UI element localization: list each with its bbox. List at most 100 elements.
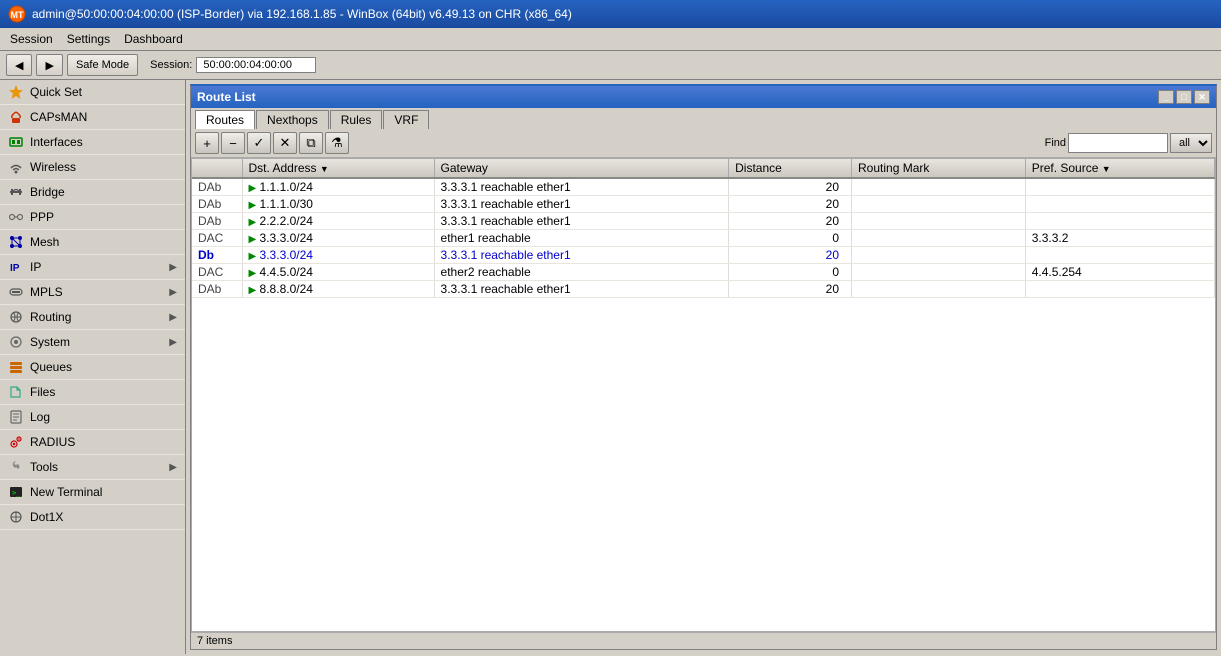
cell-dst-address-value: 4.4.5.0/24 (260, 265, 313, 279)
title-bar: MT admin@50:00:00:04:00:00 (ISP-Border) … (0, 0, 1221, 28)
cell-flags: DAb (192, 178, 242, 196)
minimize-button[interactable]: _ (1158, 90, 1174, 104)
row-flag: DAb (198, 180, 221, 194)
cell-gateway: 3.3.3.1 reachable ether1 (434, 247, 729, 264)
cell-pref-source: 3.3.3.2 (1025, 230, 1214, 247)
files-icon (8, 384, 24, 400)
sidebar-item-ppp[interactable]: PPP (0, 205, 185, 230)
cell-dst-address-value: 8.8.8.0/24 (260, 282, 313, 296)
cell-pref-source (1025, 196, 1214, 213)
session-label: Session: (150, 59, 192, 71)
sidebar-label-ip: IP (30, 260, 41, 274)
cell-distance: 20 (729, 196, 852, 213)
system-icon (8, 334, 24, 350)
window-title: Route List (197, 90, 256, 104)
cell-distance: 20 (729, 213, 852, 230)
sidebar-item-files[interactable]: Files (0, 380, 185, 405)
row-arrow: ▶ (249, 251, 257, 262)
menu-dashboard[interactable]: Dashboard (118, 30, 189, 48)
find-dropdown[interactable]: all (1170, 133, 1212, 153)
sidebar-item-dot1x[interactable]: Dot1X (0, 505, 185, 530)
cell-flags: DAb (192, 281, 242, 298)
table-row[interactable]: DAb ▶ 1.1.1.0/30 3.3.3.1 reachable ether… (192, 196, 1215, 213)
tab-routes[interactable]: Routes (195, 110, 255, 129)
mesh-icon (8, 234, 24, 250)
menu-session[interactable]: Session (4, 30, 59, 48)
table-row[interactable]: DAb ▶ 8.8.8.0/24 3.3.3.1 reachable ether… (192, 281, 1215, 298)
col-gateway[interactable]: Gateway (434, 159, 729, 178)
ppp-icon (8, 209, 24, 225)
sidebar-item-mesh[interactable]: Mesh (0, 230, 185, 255)
cell-flags: DAb (192, 196, 242, 213)
tab-nexthops[interactable]: Nexthops (256, 110, 329, 129)
sidebar-item-wireless[interactable]: Wireless (0, 155, 185, 180)
window-controls: _ □ ✕ (1158, 90, 1210, 104)
row-arrow: ▶ (249, 183, 257, 194)
sidebar-item-interfaces[interactable]: Interfaces (0, 130, 185, 155)
table-row[interactable]: Db ▶ 3.3.3.0/24 3.3.3.1 reachable ether1… (192, 247, 1215, 264)
sidebar-label-mpls: MPLS (30, 285, 63, 299)
sidebar-item-tools[interactable]: Tools ▶ (0, 455, 185, 480)
sidebar-item-quick-set[interactable]: Quick Set (0, 80, 185, 105)
table-row[interactable]: DAb ▶ 2.2.2.0/24 3.3.3.1 reachable ether… (192, 213, 1215, 230)
filter-button[interactable]: ⚗ (325, 132, 349, 154)
table-row[interactable]: DAC ▶ 3.3.3.0/24 ether1 reachable 0 3.3.… (192, 230, 1215, 247)
cell-routing-mark (852, 247, 1026, 264)
col-flags[interactable] (192, 159, 242, 178)
cell-dst-address-value: 3.3.3.0/24 (260, 248, 313, 262)
cell-gateway: ether2 reachable (434, 264, 729, 281)
tab-vrf[interactable]: VRF (383, 110, 429, 129)
sidebar-item-routing[interactable]: Routing ▶ (0, 305, 185, 330)
cell-distance: 20 (729, 247, 852, 264)
cell-dst-address: ▶ 1.1.1.0/30 (242, 196, 434, 213)
window-title-bar: Route List _ □ ✕ (191, 86, 1216, 108)
sidebar-label-new-terminal: New Terminal (30, 485, 102, 499)
sidebar-item-log[interactable]: Log (0, 405, 185, 430)
copy-button[interactable]: ⧉ (299, 132, 323, 154)
new-terminal-icon: >_ (8, 484, 24, 500)
bridge-icon (8, 184, 24, 200)
sidebar-item-radius[interactable]: RADIUS (0, 430, 185, 455)
back-button[interactable]: ◀ (6, 54, 32, 76)
cell-distance: 20 (729, 178, 852, 196)
capsman-icon (8, 109, 24, 125)
sidebar-item-queues[interactable]: Queues (0, 355, 185, 380)
maximize-button[interactable]: □ (1176, 90, 1192, 104)
sidebar-label-dot1x: Dot1X (30, 510, 63, 524)
route-toolbar: + − ✓ ✕ ⧉ ⚗ Find all (191, 129, 1216, 158)
disable-button[interactable]: ✕ (273, 132, 297, 154)
col-dst-address[interactable]: Dst. Address ▼ (242, 159, 434, 178)
sidebar-item-ip[interactable]: IP IP ▶ (0, 255, 185, 280)
col-routing-mark[interactable]: Routing Mark (852, 159, 1026, 178)
table-row[interactable]: DAC ▶ 4.4.5.0/24 ether2 reachable 0 4.4.… (192, 264, 1215, 281)
forward-button[interactable]: ▶ (36, 54, 62, 76)
close-button[interactable]: ✕ (1194, 90, 1210, 104)
sidebar-label-radius: RADIUS (30, 435, 75, 449)
row-flag: Db (198, 248, 214, 262)
app-logo: MT (8, 5, 26, 23)
sidebar-item-capsman[interactable]: CAPsMAN (0, 105, 185, 130)
sidebar-item-system[interactable]: System ▶ (0, 330, 185, 355)
sidebar-item-mpls[interactable]: MPLS ▶ (0, 280, 185, 305)
safe-mode-button[interactable]: Safe Mode (67, 54, 138, 76)
table-row[interactable]: DAb ▶ 1.1.1.0/24 3.3.3.1 reachable ether… (192, 178, 1215, 196)
cell-gateway: ether1 reachable (434, 230, 729, 247)
find-input[interactable] (1068, 133, 1168, 153)
menu-settings[interactable]: Settings (61, 30, 116, 48)
cell-distance: 0 (729, 264, 852, 281)
sidebar-label-interfaces: Interfaces (30, 135, 83, 149)
col-pref-source[interactable]: Pref. Source ▼ (1025, 159, 1214, 178)
sidebar-label-tools: Tools (30, 460, 58, 474)
route-table-container[interactable]: Dst. Address ▼ Gateway Distance Routing … (191, 158, 1216, 632)
col-distance[interactable]: Distance (729, 159, 852, 178)
sidebar-item-new-terminal[interactable]: >_ New Terminal (0, 480, 185, 505)
remove-button[interactable]: − (221, 132, 245, 154)
row-flag: DAC (198, 231, 223, 245)
tab-rules[interactable]: Rules (330, 110, 383, 129)
queues-icon (8, 359, 24, 375)
add-button[interactable]: + (195, 132, 219, 154)
row-flag: DAb (198, 197, 221, 211)
sidebar-item-bridge[interactable]: Bridge (0, 180, 185, 205)
enable-button[interactable]: ✓ (247, 132, 271, 154)
cell-flags: DAC (192, 264, 242, 281)
